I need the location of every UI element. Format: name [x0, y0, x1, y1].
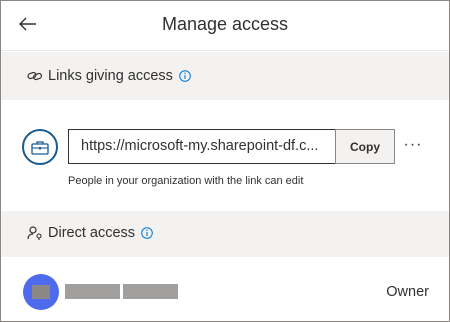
avatar — [23, 274, 59, 310]
info-icon[interactable] — [141, 227, 153, 239]
links-section-label: Links giving access — [48, 68, 173, 84]
briefcase-icon — [22, 129, 58, 165]
link-entry: https://microsoft-my.sharepoint-df.c... … — [1, 100, 449, 211]
link-permission-description: People in your organization with the lin… — [68, 175, 304, 187]
info-icon[interactable] — [179, 70, 191, 82]
person-key-icon — [26, 224, 44, 242]
link-url-field[interactable]: https://microsoft-my.sharepoint-df.c... — [68, 129, 336, 164]
more-options-button[interactable]: ··· — [401, 134, 425, 156]
link-icon — [26, 67, 44, 85]
links-section-header: Links giving access — [1, 52, 449, 100]
copy-button[interactable]: Copy — [335, 129, 395, 164]
person-role: Owner — [386, 284, 429, 300]
direct-access-label: Direct access — [48, 225, 136, 241]
avatar-image — [32, 285, 50, 299]
redacted-name-first — [65, 284, 120, 299]
person-row[interactable]: Owner — [1, 257, 449, 321]
redacted-name-last — [123, 284, 178, 299]
panel-header: Manage access — [1, 1, 449, 51]
direct-access-section-header: Direct access — [1, 211, 449, 257]
manage-access-panel: Manage access Links giving access https:… — [0, 0, 450, 322]
page-title: Manage access — [161, 14, 289, 34]
